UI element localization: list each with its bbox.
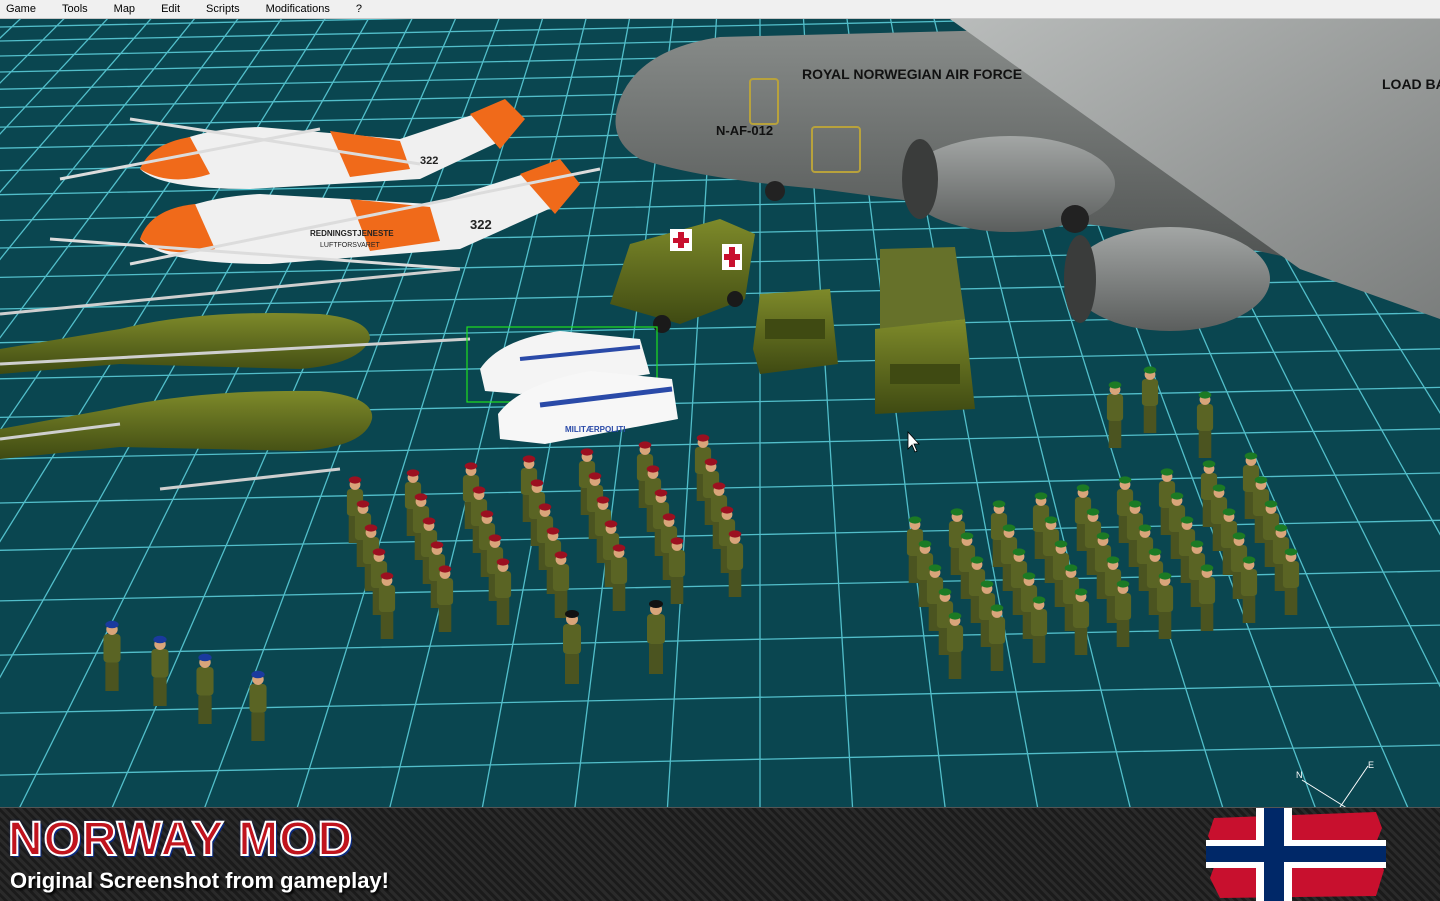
helicopter-sublabel: LUFTFORSVARET [320,242,380,249]
norway-flag-logo [1206,808,1386,901]
mod-title: NORWAY MOD [8,814,353,866]
aircraft-label: ROYAL NORWEGIAN AIR FORCE [802,66,1022,82]
aircraft-door-text: LOAD BAY [1382,76,1440,92]
menu-help[interactable]: ? [348,0,370,18]
compass-north-label: N [1296,770,1303,780]
menu-map[interactable]: Map [106,0,143,18]
menu-modifications[interactable]: Modifications [258,0,338,18]
menu-scripts[interactable]: Scripts [198,0,248,18]
police-car-label: MILITÆRPOLITI [565,425,625,434]
menu-game[interactable]: Game [0,0,44,18]
menu-edit[interactable]: Edit [153,0,188,18]
aircraft-registration: N-AF-012 [716,123,773,138]
mod-banner: NORWAY MOD Original Screenshot from game… [0,807,1440,901]
helicopter-label: REDNINGSTJENESTE [310,229,394,238]
compass-east-label: E [1368,760,1374,770]
helicopter-number-2: 322 [470,217,492,232]
humvee[interactable] [753,289,838,374]
mod-subtitle: Original Screenshot from gameplay! [10,868,389,894]
menu-tools[interactable]: Tools [54,0,96,18]
game-viewport[interactable]: ROYAL NORWEGIAN AIR FORCE N-AF-012 LOAD … [0,19,1440,807]
helicopter-number: 322 [420,155,438,167]
menu-bar: Game Tools Map Edit Scripts Modification… [0,0,1440,19]
